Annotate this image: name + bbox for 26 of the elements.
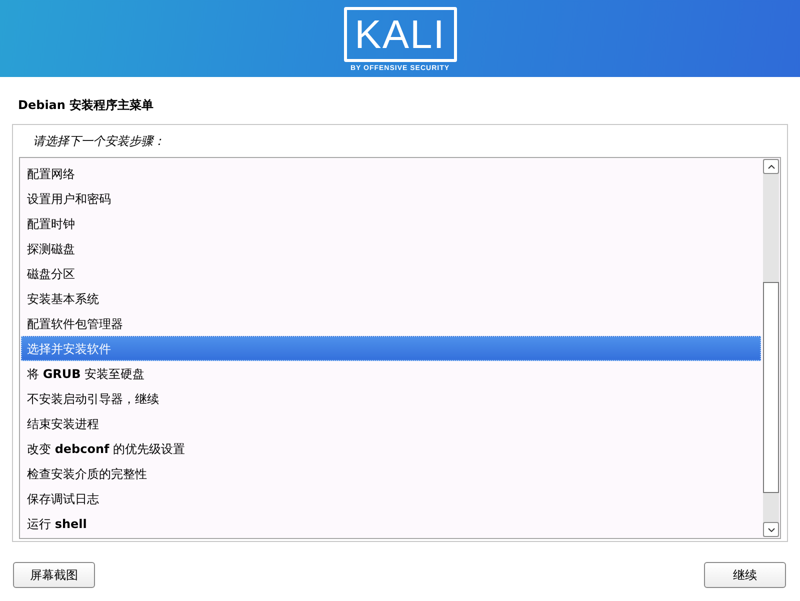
scrollbar[interactable] bbox=[763, 159, 779, 537]
menu-item[interactable]: 运行 shell bbox=[21, 511, 761, 536]
menu-item[interactable]: 选择并安装软件 bbox=[21, 336, 761, 361]
menu-item[interactable]: 安装基本系统 bbox=[21, 286, 761, 311]
menu-item[interactable]: 不安装启动引导器，继续 bbox=[21, 386, 761, 411]
menu-item[interactable]: 配置时钟 bbox=[21, 211, 761, 236]
scroll-thumb[interactable] bbox=[763, 282, 779, 493]
prompt-text: 请选择下一个安装步骤： bbox=[33, 134, 165, 148]
menu-item[interactable]: 结束安装进程 bbox=[21, 411, 761, 436]
menu-item[interactable]: 配置软件包管理器 bbox=[21, 311, 761, 336]
scroll-up-button[interactable] bbox=[763, 159, 779, 174]
menu-item[interactable]: 探测磁盘 bbox=[21, 236, 761, 261]
menu-item[interactable]: 保存调试日志 bbox=[21, 486, 761, 511]
menu-item[interactable]: 检查安装介质的完整性 bbox=[21, 461, 761, 486]
menu-item[interactable]: 磁盘分区 bbox=[21, 261, 761, 286]
menu-item[interactable]: 将 GRUB 安装至硬盘 bbox=[21, 361, 761, 386]
scroll-down-button[interactable] bbox=[763, 522, 779, 537]
menu-item[interactable]: 设置用户和密码 bbox=[21, 186, 761, 211]
chevron-up-icon bbox=[768, 164, 774, 168]
page-title: Debian 安装程序主菜单 bbox=[18, 98, 154, 112]
screenshot-button[interactable]: 屏幕截图 bbox=[13, 562, 95, 588]
continue-button[interactable]: 继续 bbox=[704, 562, 786, 588]
logo-text: KALI bbox=[354, 14, 446, 54]
menu-item[interactable]: 改变 debconf 的优先级设置 bbox=[21, 436, 761, 461]
menu-item[interactable]: 配置网络 bbox=[21, 161, 761, 186]
chevron-down-icon bbox=[768, 528, 774, 532]
